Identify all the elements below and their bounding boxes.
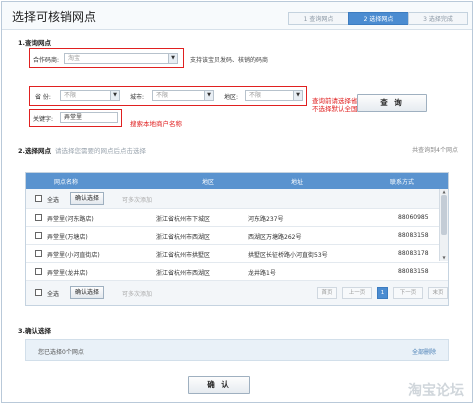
page-1-button[interactable]: 1 <box>377 287 388 299</box>
multi-add-hint: 可多次添加 <box>122 291 153 298</box>
partner-note: 支持该宝贝发码、核销的码商 <box>190 57 269 64</box>
table-scrollbar[interactable]: ▲ ▼ <box>439 189 448 261</box>
outlet-region: 浙江省杭州市西湖区 <box>156 234 211 241</box>
table-row[interactable]: 弄堂里(小河直街店) 浙江省杭州市拱墅区 拱墅区长征桥路小河直街53号 8808… <box>26 245 448 263</box>
selection-summary: 您已选择0个网点 全部删除 <box>25 339 449 361</box>
outlet-address: 河东路237号 <box>248 216 284 223</box>
chevron-down-icon: ▼ <box>204 91 213 100</box>
query-button[interactable]: 查 询 <box>357 94 427 112</box>
partner-select-value: 淘宝 <box>68 55 81 62</box>
outlet-table: 网点名称 地区 地址 联系方式 全选 确认选择 可多次添加 弄堂里(河东路店) … <box>25 172 449 306</box>
last-page-button[interactable]: 末页 <box>428 287 448 299</box>
select-all-checkbox[interactable] <box>35 195 42 202</box>
multi-add-hint: 可多次添加 <box>122 197 153 204</box>
partner-label: 合作码商: <box>33 57 60 64</box>
section-query-title: 1.查询网点 <box>18 39 51 47</box>
select-all-checkbox-bottom[interactable] <box>35 289 42 296</box>
dialog-title: 选择可核销网点 <box>12 10 97 24</box>
confirm-select-button[interactable]: 确认选择 <box>70 192 105 205</box>
selected-count: 您已选择0个网点 <box>38 349 84 356</box>
outlet-name: 弄堂里(小河直街店) <box>47 252 100 259</box>
select-all-label: 全选 <box>47 291 60 298</box>
city-label: 城市: <box>130 94 145 101</box>
table-toolbar-top: 全选 确认选择 可多次添加 <box>26 189 448 209</box>
outlet-phone: 88083158 <box>398 268 429 275</box>
result-count: 共查询到4个网点 <box>412 147 458 154</box>
outlet-phone: 88083158 <box>398 232 429 239</box>
outlet-phone: 88083178 <box>398 250 429 257</box>
col-region: 地区 <box>202 179 215 186</box>
scroll-down-icon[interactable]: ▼ <box>440 255 448 261</box>
dialog-header: 选择可核销网点 1 查询网点 2 选择网点 3 选择完成 <box>2 2 472 30</box>
outlet-phone: 88060985 <box>398 214 429 221</box>
scroll-thumb[interactable] <box>441 195 447 235</box>
table-row[interactable]: 弄堂里(万塘店) 浙江省杭州市西湖区 西湖区万塘路262号 88083158 <box>26 227 448 245</box>
outlet-region: 浙江省杭州市下城区 <box>156 216 211 223</box>
outlet-name: 弄堂里(河东路店) <box>47 216 94 223</box>
section-confirm-title: 3.确认选择 <box>18 327 51 335</box>
confirm-select-button-bottom[interactable]: 确认选择 <box>70 286 105 299</box>
province-select-value: 不限 <box>64 92 77 99</box>
prev-page-button[interactable]: 上一页 <box>342 287 372 299</box>
outlet-region: 浙江省杭州市西湖区 <box>156 270 211 277</box>
col-contact: 联系方式 <box>390 179 415 186</box>
next-page-button[interactable]: 下一页 <box>393 287 423 299</box>
partner-select[interactable]: 淘宝 ▼ <box>64 53 178 64</box>
clear-all-link[interactable]: 全部删除 <box>412 347 436 356</box>
keyword-input[interactable]: 弄堂里 <box>60 112 118 123</box>
keyword-annotation: 搜索本地商户名称 <box>130 120 182 128</box>
section-select-hint: 请选择您需要的网点后点击选择 <box>55 147 146 155</box>
keyword-label: 关键字: <box>33 116 54 123</box>
district-label: 地区: <box>224 94 239 101</box>
row-checkbox[interactable] <box>35 268 42 275</box>
section-select-label: 2.选择网点 <box>18 147 51 155</box>
section-select-title: 2.选择网点 请选择您需要的网点后点击选择 <box>18 145 146 155</box>
confirm-button[interactable]: 确 认 <box>188 376 250 394</box>
table-row[interactable]: 弄堂里(龙井店) 浙江省杭州市西湖区 龙井路1号 88083158 <box>26 263 448 281</box>
select-all-label: 全选 <box>47 197 60 204</box>
province-select[interactable]: 不限 ▼ <box>60 90 120 101</box>
outlet-region: 浙江省杭州市拱墅区 <box>156 252 211 259</box>
outlet-name: 弄堂里(龙井店) <box>47 270 88 277</box>
step-1: 1 查询网点 <box>288 12 348 25</box>
watermark: 淘宝论坛 <box>408 383 464 399</box>
province-label: 省 份: <box>35 94 51 101</box>
col-address: 地址 <box>291 179 304 186</box>
table-toolbar-bottom: 全选 确认选择 可多次添加 首页 上一页 1 下一页 末页 <box>26 281 448 305</box>
table-header: 网点名称 地区 地址 联系方式 <box>26 173 448 189</box>
district-select-value: 不限 <box>249 92 262 99</box>
chevron-down-icon: ▼ <box>110 91 119 100</box>
city-select[interactable]: 不限 ▼ <box>152 90 214 101</box>
outlet-address: 西湖区万塘路262号 <box>248 234 302 241</box>
table-row[interactable]: 弄堂里(河东路店) 浙江省杭州市下城区 河东路237号 88060985 <box>26 209 448 227</box>
dialog: 选择可核销网点 1 查询网点 2 选择网点 3 选择完成 1.查询网点 合作码商… <box>1 1 473 403</box>
step-3: 3 选择完成 <box>408 12 468 25</box>
col-name: 网点名称 <box>54 179 79 186</box>
chevron-down-icon: ▼ <box>168 54 177 63</box>
city-select-value: 不限 <box>156 92 169 99</box>
chevron-down-icon: ▼ <box>293 91 302 100</box>
district-select[interactable]: 不限 ▼ <box>245 90 303 101</box>
first-page-button[interactable]: 首页 <box>317 287 337 299</box>
row-checkbox[interactable] <box>35 214 42 221</box>
row-checkbox[interactable] <box>35 250 42 257</box>
outlet-address: 龙井路1号 <box>248 270 276 277</box>
outlet-name: 弄堂里(万塘店) <box>47 234 88 241</box>
step-indicator: 1 查询网点 2 选择网点 3 选择完成 <box>288 12 468 25</box>
row-checkbox[interactable] <box>35 232 42 239</box>
outlet-address: 拱墅区长征桥路小河直街53号 <box>248 252 328 259</box>
step-2: 2 选择网点 <box>348 12 408 25</box>
